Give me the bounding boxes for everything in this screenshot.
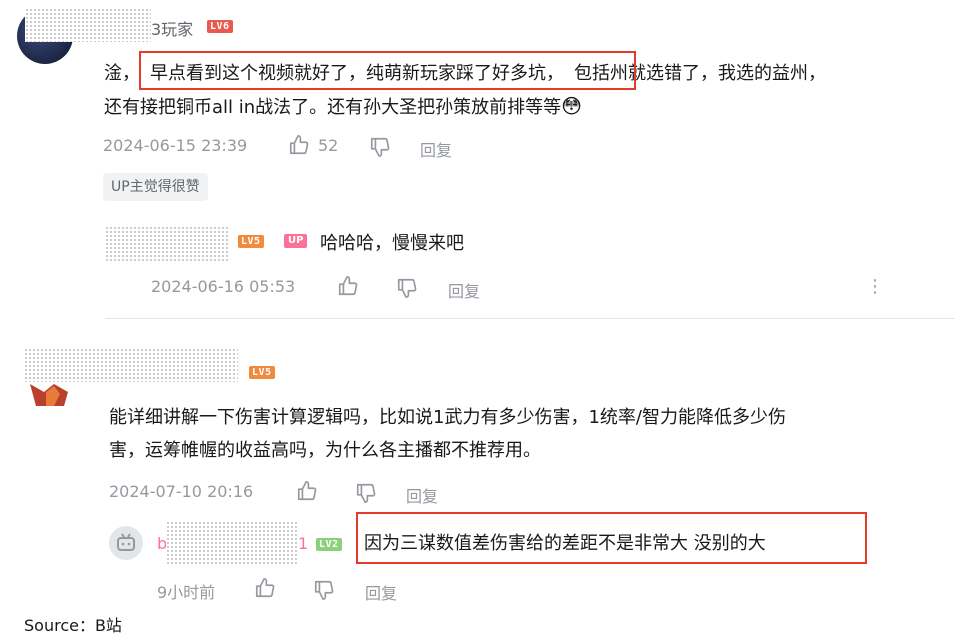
reply-username-blurred[interactable]	[105, 226, 230, 262]
reply-button[interactable]: 回复	[406, 483, 438, 507]
avatar[interactable]	[24, 382, 76, 406]
highlight-box	[139, 51, 636, 90]
reply-text: 哈哈哈，慢慢来吧	[320, 233, 464, 254]
emoji-icon: 😳	[561, 94, 583, 118]
reply-username-suffix[interactable]: 1	[298, 534, 308, 553]
reply-button[interactable]: 回复	[420, 137, 452, 161]
source-caption: Source：B站	[24, 616, 122, 635]
like-count: 52	[318, 136, 339, 155]
thumbs-down-icon[interactable]	[369, 136, 391, 158]
reply-avatar[interactable]	[109, 526, 143, 560]
thumbs-up-icon[interactable]	[254, 577, 276, 599]
thumbs-up-icon[interactable]	[288, 134, 310, 156]
timestamp: 2024-06-15 23:39	[103, 136, 248, 155]
thumbs-down-icon[interactable]	[313, 579, 335, 601]
reply-username-blurred[interactable]	[166, 521, 298, 565]
more-icon[interactable]: ⋮	[866, 276, 884, 297]
level-badge: LV5	[249, 366, 275, 379]
reply-button[interactable]: 回复	[448, 278, 480, 302]
up-liked-tag: UP主觉得很赞	[103, 173, 208, 201]
thumbs-down-icon[interactable]	[355, 482, 377, 504]
reply-button[interactable]: 回复	[365, 580, 397, 604]
comment-text: 能详细讲解一下伤害计算逻辑吗，比如说1武力有多少伤害，1统率/智力能降低多少伤 …	[109, 407, 786, 461]
reply-level-badge: LV5	[238, 235, 264, 248]
username-suffix[interactable]: 3玩家	[151, 16, 193, 40]
up-badge: UP	[284, 234, 308, 248]
username-blurred[interactable]	[25, 8, 151, 42]
thumbs-up-icon[interactable]	[296, 480, 318, 502]
username-blurred[interactable]	[24, 348, 238, 382]
tv-icon	[117, 533, 135, 551]
reply-timestamp: 2024-06-16 05:53	[151, 277, 296, 296]
timestamp: 2024-07-10 20:16	[109, 482, 254, 501]
reply-level-badge: LV2	[316, 538, 342, 551]
level-badge: LV6	[207, 20, 233, 33]
thumbs-up-icon[interactable]	[337, 275, 359, 297]
thumbs-down-icon[interactable]	[396, 277, 418, 299]
reply-timestamp: 9小时前	[157, 583, 216, 602]
highlight-box	[356, 512, 867, 564]
divider	[105, 318, 955, 319]
